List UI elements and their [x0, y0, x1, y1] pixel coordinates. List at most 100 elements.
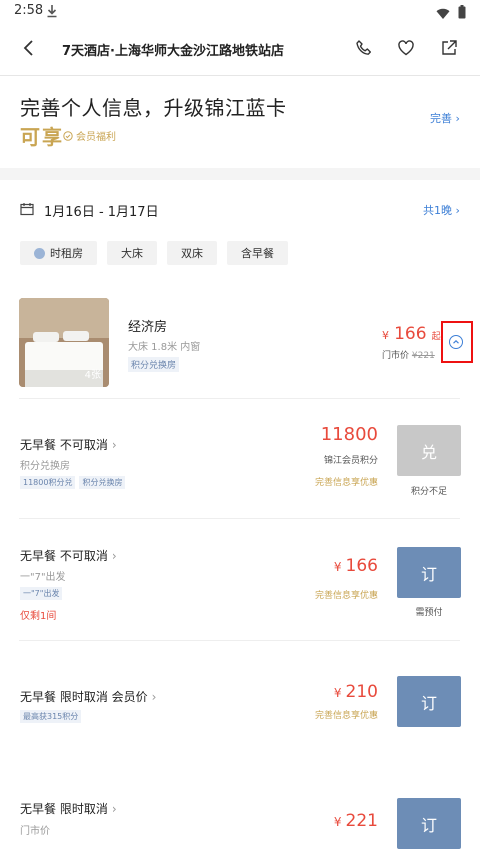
- rate-plan-subtitle: 积分兑换房: [20, 461, 70, 472]
- button-note: 需预付: [415, 608, 443, 618]
- back-arrow-icon[interactable]: [22, 39, 36, 61]
- rate-plan-subtitle: 一"7"出发: [20, 572, 66, 583]
- rate-plan-title-text: 无早餐 限时取消: [20, 802, 108, 816]
- rate-plan-title[interactable]: 无早餐 不可取消 ›: [20, 436, 117, 453]
- wifi-icon: [436, 5, 450, 24]
- chevron-right-icon: ›: [455, 204, 460, 217]
- price-suffix: 起: [431, 332, 441, 342]
- profile-offer-note: 完善信息享优惠: [314, 591, 378, 601]
- chevron-right-icon: ›: [455, 112, 460, 125]
- hotel-title: 7天酒店·上海华师大金沙江路地铁站店: [62, 44, 284, 59]
- price-value: 166: [345, 556, 378, 576]
- rate-plan-subtitle: 门市价: [20, 826, 50, 837]
- room-card[interactable]: 4张 经济房 大床 1.8米 内窗 积分兑换房 ¥ 166 起 门市价 ¥221: [0, 290, 480, 398]
- room-name: 经济房: [128, 320, 168, 335]
- rate-plan-title-text: 无早餐 不可取消: [20, 549, 108, 563]
- rate-plan-title[interactable]: 无早餐 不可取消 ›: [20, 547, 117, 564]
- room-tag: 积分兑换房: [128, 357, 180, 372]
- rate-plan-row: 无早餐 不可取消 › 一"7"出发 一"7"出发 仅剩1间 ¥166 完善信息享优…: [0, 518, 480, 640]
- rate-plan-tag: 最高获315积分: [20, 710, 82, 723]
- list-price-label: 门市价: [382, 351, 410, 361]
- filter-chips: 时租房 大床 双床 含早餐: [20, 241, 288, 265]
- complete-profile-link[interactable]: 完善 ›: [430, 110, 460, 126]
- filter-chip-breakfast[interactable]: 含早餐: [227, 241, 288, 265]
- rate-plan-title-text: 无早餐 不可取消: [20, 438, 108, 452]
- date-range: 1月16日 - 1月17日: [44, 205, 159, 220]
- profile-offer-note: 完善信息享优惠: [314, 478, 378, 488]
- nights-label: 共1晚: [423, 204, 452, 217]
- chevron-right-icon: ›: [111, 802, 117, 816]
- price-value: 11800: [320, 424, 378, 445]
- share-icon[interactable]: [440, 39, 458, 61]
- points-price: 11800: [321, 424, 378, 445]
- rate-plan-row: 无早餐 限时取消 会员价 › 最高获315积分 ¥210 完善信息享优惠 订: [0, 640, 480, 760]
- battery-icon: [458, 4, 466, 23]
- currency-symbol: ¥: [382, 329, 389, 342]
- promo-highlight: 可享: [20, 125, 64, 149]
- status-bar: 2:58: [0, 0, 480, 24]
- profile-offer-note: 完善信息享优惠: [314, 711, 378, 721]
- chevron-right-icon: ›: [111, 438, 117, 452]
- nights-count[interactable]: 共1晚 ›: [423, 202, 460, 218]
- limited-availability: 仅剩1间: [20, 611, 57, 622]
- phone-icon[interactable]: [355, 39, 373, 61]
- photo-count: 4张: [84, 370, 101, 381]
- favorite-heart-icon[interactable]: [397, 39, 415, 61]
- rate-plan-tag: 积分兑换房: [79, 476, 126, 489]
- rate-plan-row: 无早餐 限时取消 › 门市价 ¥221 订: [0, 760, 480, 854]
- membership-promo-banner: 完善个人信息，升级锦江蓝卡 可享 会员福利 完善 ›: [0, 78, 480, 168]
- rate-plan-row: 无早餐 不可取消 › 积分兑换房 11800积分兑 积分兑换房 11800 锦江会…: [0, 398, 480, 518]
- rate-plan-tag: 11800积分兑: [20, 476, 76, 489]
- rate-plan-title[interactable]: 无早餐 限时取消 ›: [20, 800, 117, 817]
- filter-chip-label: 含早餐: [241, 247, 274, 260]
- filter-chip-twin-bed[interactable]: 双床: [167, 241, 217, 265]
- rate-price: ¥221: [334, 811, 378, 831]
- rate-price: ¥210: [334, 682, 378, 702]
- book-button[interactable]: 订: [397, 676, 461, 727]
- price-value: 210: [345, 682, 378, 702]
- shield-check-icon: [63, 130, 73, 141]
- rate-plan-tag: 一"7"出发: [20, 587, 63, 600]
- room-spec: 大床 1.8米 内窗: [128, 342, 201, 353]
- rate-plan-tags: 一"7"出发: [20, 587, 63, 600]
- section-separator: [0, 168, 480, 180]
- book-button[interactable]: 订: [397, 798, 461, 849]
- clock-icon: [34, 247, 45, 259]
- price-note: 锦江会员积分: [323, 456, 378, 466]
- currency-symbol: ¥: [333, 686, 342, 700]
- calendar-icon: [20, 201, 34, 220]
- price-value: 221: [345, 811, 378, 831]
- filter-chip-label: 双床: [181, 247, 203, 260]
- promo-headline: 完善个人信息，升级锦江蓝卡: [20, 96, 287, 120]
- button-note: 积分不足: [410, 487, 447, 497]
- redeem-button[interactable]: 兑: [397, 425, 461, 476]
- currency-symbol: ¥: [333, 560, 342, 574]
- price-value: 166: [394, 324, 427, 344]
- rate-plan-title[interactable]: 无早餐 限时取消 会员价 ›: [20, 688, 156, 705]
- filter-chip-queen-bed[interactable]: 大床: [107, 241, 157, 265]
- complete-profile-label: 完善: [430, 112, 452, 125]
- member-benefit-label: 会员福利: [63, 128, 116, 143]
- currency-symbol: ¥: [333, 815, 342, 829]
- room-photo[interactable]: 4张: [19, 298, 109, 387]
- rate-plan-tags: 11800积分兑 积分兑换房: [20, 476, 126, 489]
- member-benefit-text: 会员福利: [76, 132, 116, 143]
- list-price-value: ¥221: [411, 351, 435, 361]
- room-starting-price: ¥ 166 起: [382, 324, 441, 344]
- filter-chip-label: 时租房: [50, 247, 83, 260]
- status-time: 2:58: [14, 3, 44, 18]
- chevron-right-icon: ›: [151, 690, 157, 704]
- filter-chip-label: 大床: [121, 247, 143, 260]
- nav-bar: 7天酒店·上海华师大金沙江路地铁站店: [0, 24, 480, 76]
- book-button[interactable]: 订: [397, 547, 461, 598]
- collapse-toggle[interactable]: [441, 321, 473, 363]
- stay-dates-row[interactable]: 1月16日 - 1月17日 共1晚 ›: [0, 190, 480, 230]
- download-icon: [46, 3, 58, 22]
- room-list-price: 门市价 ¥221: [382, 348, 435, 361]
- rate-price: ¥166: [334, 556, 378, 576]
- rate-plan-title-text: 无早餐 限时取消 会员价: [20, 690, 148, 704]
- chevron-up-circle-icon: [449, 335, 463, 349]
- rate-plan-tags: 最高获315积分: [20, 710, 82, 723]
- chevron-right-icon: ›: [111, 549, 117, 563]
- filter-chip-hourly[interactable]: 时租房: [20, 241, 97, 265]
